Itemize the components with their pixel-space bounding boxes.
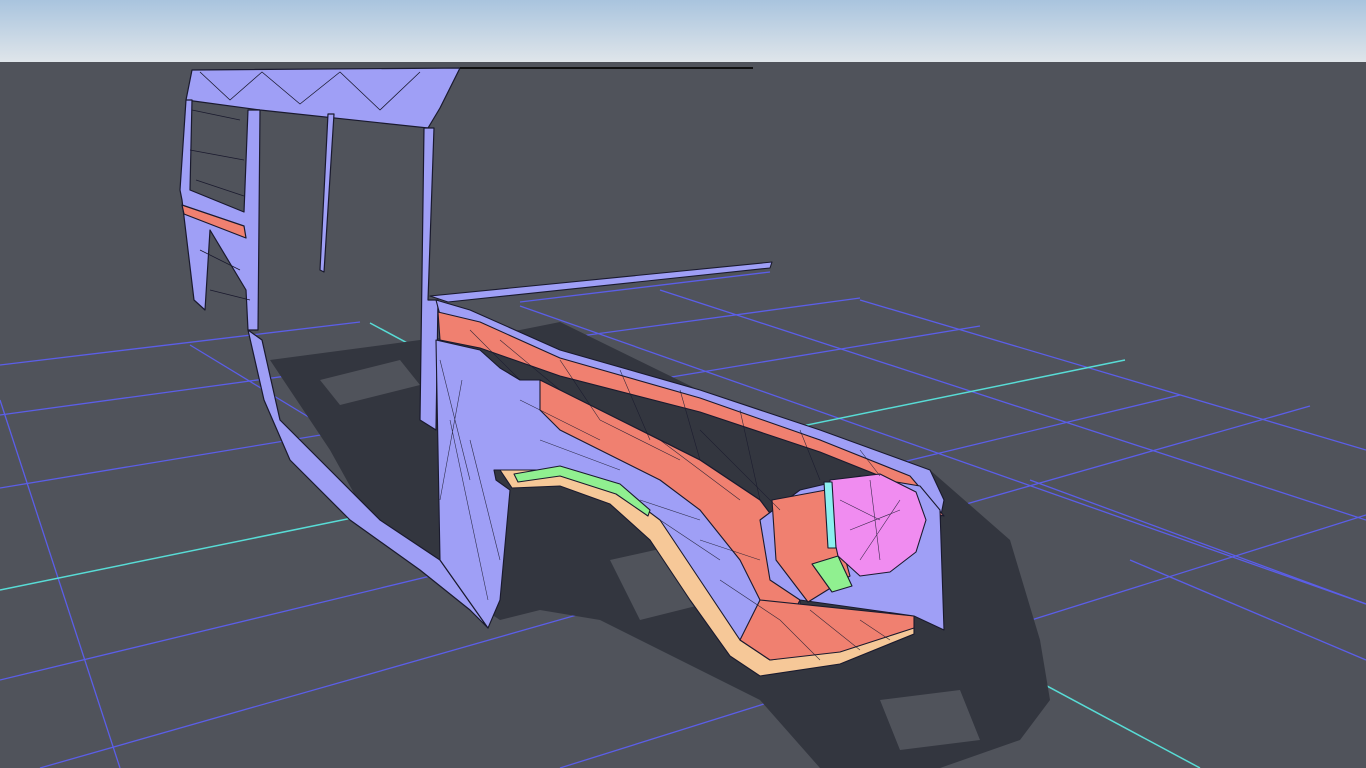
sky-backdrop <box>0 0 1366 62</box>
3d-viewport[interactable] <box>0 0 1366 768</box>
scene-canvas[interactable] <box>0 0 1366 768</box>
